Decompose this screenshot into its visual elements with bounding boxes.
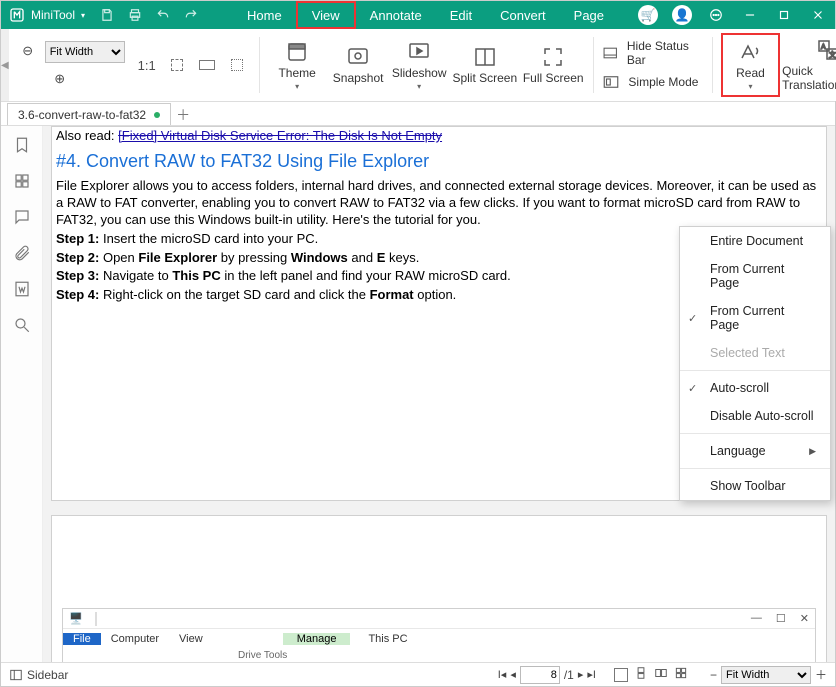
window-close-button[interactable] (801, 1, 835, 29)
last-page-button[interactable]: ▸I (587, 668, 596, 681)
app-name: MiniTool (31, 8, 75, 22)
tab-convert[interactable]: Convert (486, 1, 560, 29)
zoom-select-status[interactable]: Fit Width (721, 666, 811, 684)
theme-icon (285, 40, 309, 64)
slideshow-button[interactable]: Slideshow▾ (390, 33, 449, 97)
explorer-title: This PC (358, 633, 417, 645)
explorer-tab-file: File (63, 633, 101, 645)
theme-button[interactable]: Theme▾ (268, 33, 327, 97)
attachments-icon[interactable] (13, 244, 31, 262)
explorer-tab-manage: Manage (283, 633, 351, 645)
full-screen-button[interactable]: Full Screen (521, 33, 586, 97)
check-icon: ✓ (688, 312, 697, 325)
tab-page[interactable]: Page (560, 1, 618, 29)
tab-edit[interactable]: Edit (436, 1, 486, 29)
window-minimize-button[interactable] (733, 1, 767, 29)
split-icon (473, 45, 497, 69)
also-read-link[interactable]: [Fixed] Virtual Disk Service Error: The … (118, 128, 442, 143)
explorer-tab-computer: Computer (101, 633, 169, 645)
prev-page-button[interactable]: ◂ (510, 668, 516, 681)
qat-redo-button[interactable] (177, 1, 205, 29)
zoom-in-button[interactable]: ⊕ (45, 66, 75, 92)
embedded-screenshot: 🖥️ — ☐ ✕ File Computer View Manage This PC… (62, 608, 816, 662)
cart-button[interactable]: 🛒 (631, 1, 665, 29)
view-grid-button[interactable] (674, 666, 688, 683)
fit-page-button[interactable] (163, 52, 191, 78)
check-icon: ✓ (688, 382, 697, 395)
camera-icon (346, 45, 370, 69)
unsaved-dot-icon (154, 112, 160, 118)
app-logo-icon (9, 7, 25, 23)
explorer-tab-drivetools: Drive Tools (63, 650, 297, 661)
read-aloud-icon (738, 40, 762, 64)
slideshow-icon (407, 40, 431, 64)
split-screen-button[interactable]: Split Screen (451, 33, 519, 97)
zoom-out-status[interactable]: − (710, 668, 717, 682)
window-maximize-button[interactable] (767, 1, 801, 29)
page-number-input[interactable] (520, 666, 560, 684)
also-read-label: Also read: (56, 128, 118, 143)
svg-text:文: 文 (829, 50, 836, 59)
view-continuous-button[interactable] (634, 666, 648, 683)
menu-disable-auto-scroll[interactable]: Disable Auto-scroll (680, 402, 830, 430)
menu-show-toolbar[interactable]: Show Toolbar (680, 472, 830, 500)
simple-mode-button[interactable]: Simple Mode (602, 73, 703, 91)
fit-visible-button[interactable] (223, 52, 251, 78)
tab-annotate[interactable]: Annotate (356, 1, 436, 29)
menu-auto-scroll[interactable]: ✓Auto-scroll (680, 374, 830, 402)
search-icon[interactable] (13, 316, 31, 334)
document-tab[interactable]: 3.6-convert-raw-to-fat32 (7, 103, 171, 125)
menu-entire-document[interactable]: Entire Document (680, 227, 830, 255)
comments-icon[interactable] (13, 208, 31, 226)
menu-from-current-1[interactable]: From Current Page (680, 255, 830, 297)
zoom-out-button[interactable]: ⊖ (13, 38, 43, 64)
section-heading: #4. Convert RAW to FAT32 Using File Expl… (56, 151, 822, 172)
view-facing-button[interactable] (654, 666, 668, 683)
view-single-button[interactable] (614, 668, 628, 682)
fit-width-button[interactable] (193, 52, 221, 78)
submenu-arrow-icon: ▶ (809, 446, 816, 457)
simplemode-icon (602, 73, 620, 91)
fullscreen-icon (541, 45, 565, 69)
sidebar-toggle[interactable]: Sidebar (9, 668, 68, 682)
qat-undo-button[interactable] (149, 1, 177, 29)
qat-save-button[interactable] (93, 1, 121, 29)
menu-from-current-2[interactable]: ✓From Current Page (680, 297, 830, 339)
tab-home[interactable]: Home (233, 1, 296, 29)
zoom-select[interactable]: Fit Width (45, 41, 125, 63)
explorer-max-icon: ☐ (776, 612, 786, 625)
word-export-icon[interactable] (13, 280, 31, 298)
actual-size-button[interactable]: 1:1 (133, 52, 161, 78)
svg-text:A: A (821, 44, 826, 51)
translate-icon: A文 (816, 38, 836, 62)
hide-status-bar-button[interactable]: Hide Status Bar (602, 39, 703, 67)
thumbnails-icon[interactable] (13, 172, 31, 190)
quick-translation-button[interactable]: A文 Quick Translation (782, 33, 836, 97)
qat-print-button[interactable] (121, 1, 149, 29)
menu-selected-text: Selected Text (680, 339, 830, 367)
read-button[interactable]: Read▾ (721, 33, 780, 97)
menu-language[interactable]: Language▶ (680, 437, 830, 465)
explorer-close-icon: ✕ (800, 612, 809, 625)
ribbon-scroll-left[interactable]: ◀ (1, 29, 9, 101)
account-button[interactable]: 👤 (665, 1, 699, 29)
page-total: /1 (564, 668, 574, 682)
first-page-button[interactable]: I◂ (498, 668, 507, 681)
intro-paragraph: File Explorer allows you to access folde… (56, 178, 822, 229)
explorer-min-icon: — (751, 612, 762, 625)
app-menu-caret-icon[interactable]: ▾ (81, 11, 85, 20)
bookmark-icon[interactable] (13, 136, 31, 154)
feedback-button[interactable] (699, 1, 733, 29)
tab-view[interactable]: View (296, 1, 356, 29)
statusbar-icon (602, 44, 618, 62)
new-tab-button[interactable]: ＋ (171, 105, 195, 125)
snapshot-button[interactable]: Snapshot (329, 33, 388, 97)
next-page-button[interactable]: ▸ (578, 668, 584, 681)
read-dropdown-menu: Entire Document From Current Page ✓From … (679, 226, 831, 501)
zoom-in-status[interactable]: ＋ (815, 666, 827, 683)
explorer-tab-view: View (169, 633, 213, 645)
explorer-monitor-icon: 🖥️ (69, 612, 83, 625)
sidebar-icon (9, 668, 23, 682)
